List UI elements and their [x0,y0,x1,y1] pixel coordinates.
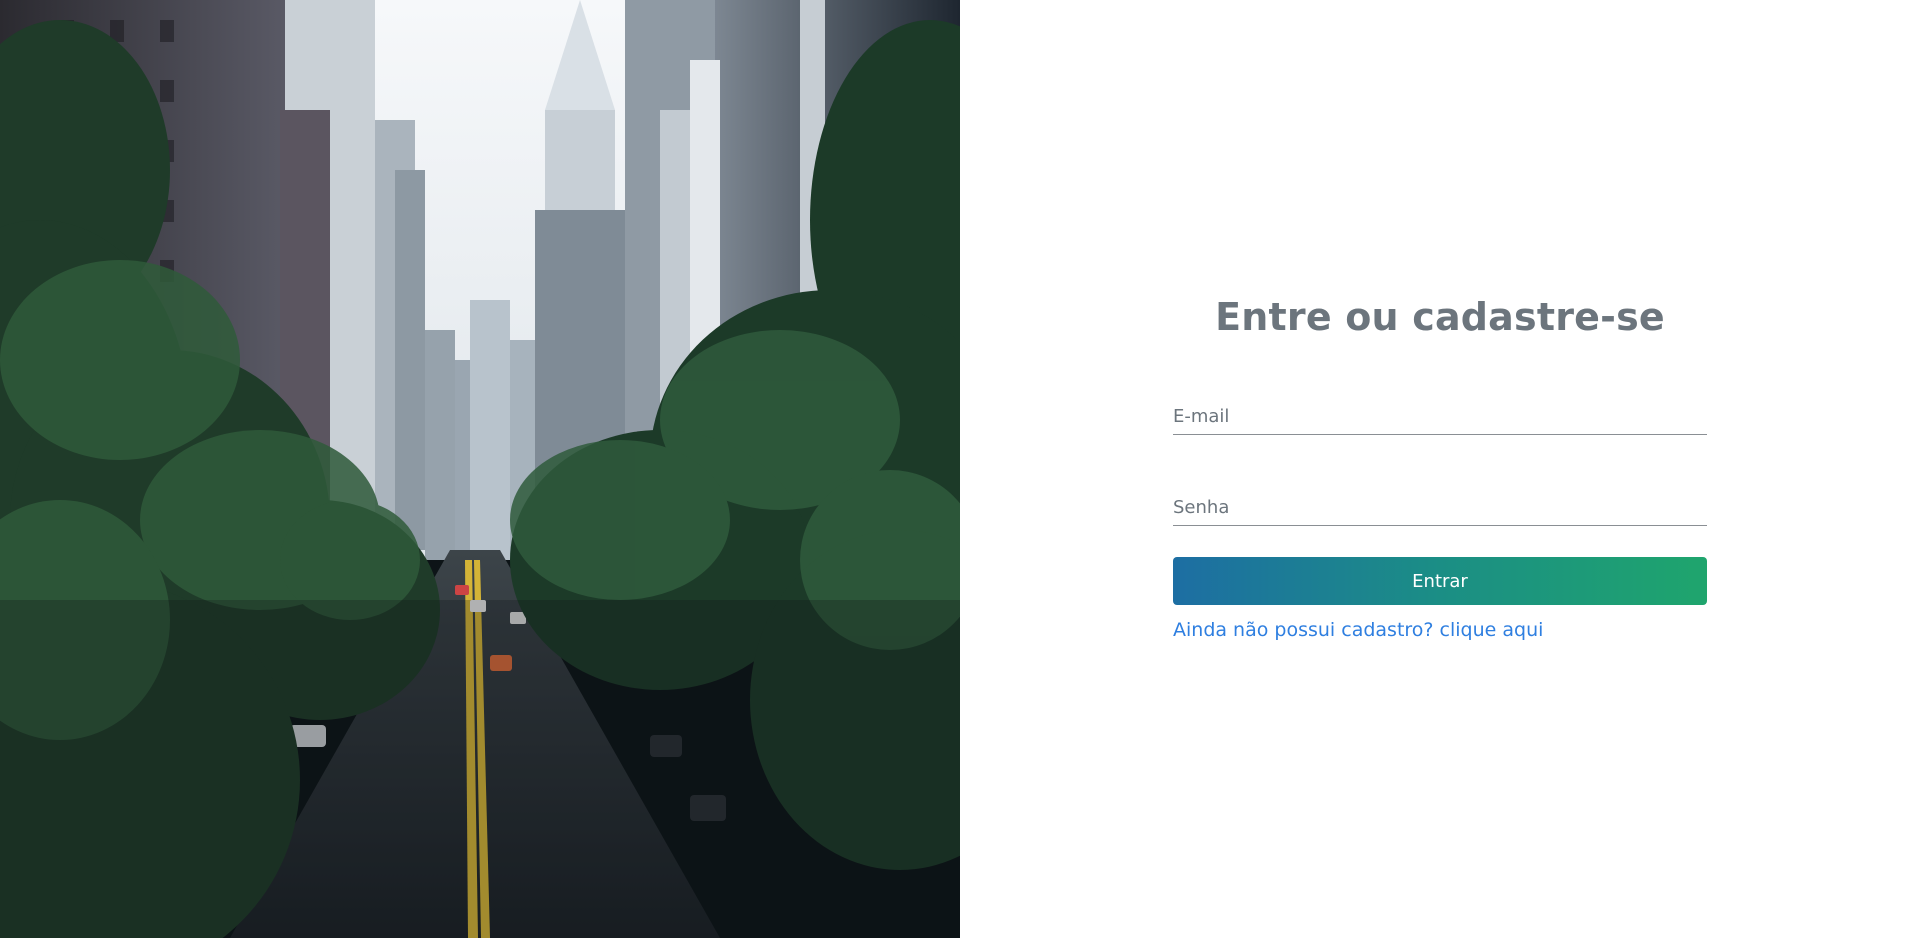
email-input[interactable] [1173,401,1707,434]
login-button[interactable]: Entrar [1173,557,1707,605]
password-field [1173,492,1707,526]
login-page: Entre ou cadastre-se Entrar Ainda não po… [0,0,1920,938]
login-panel: Entre ou cadastre-se Entrar Ainda não po… [960,0,1920,938]
email-field [1173,401,1707,435]
page-title: Entre ou cadastre-se [1215,295,1665,339]
hero-image [0,0,960,938]
password-input[interactable] [1173,492,1707,525]
signup-link[interactable]: Ainda não possui cadastro? clique aqui [1173,619,1543,641]
